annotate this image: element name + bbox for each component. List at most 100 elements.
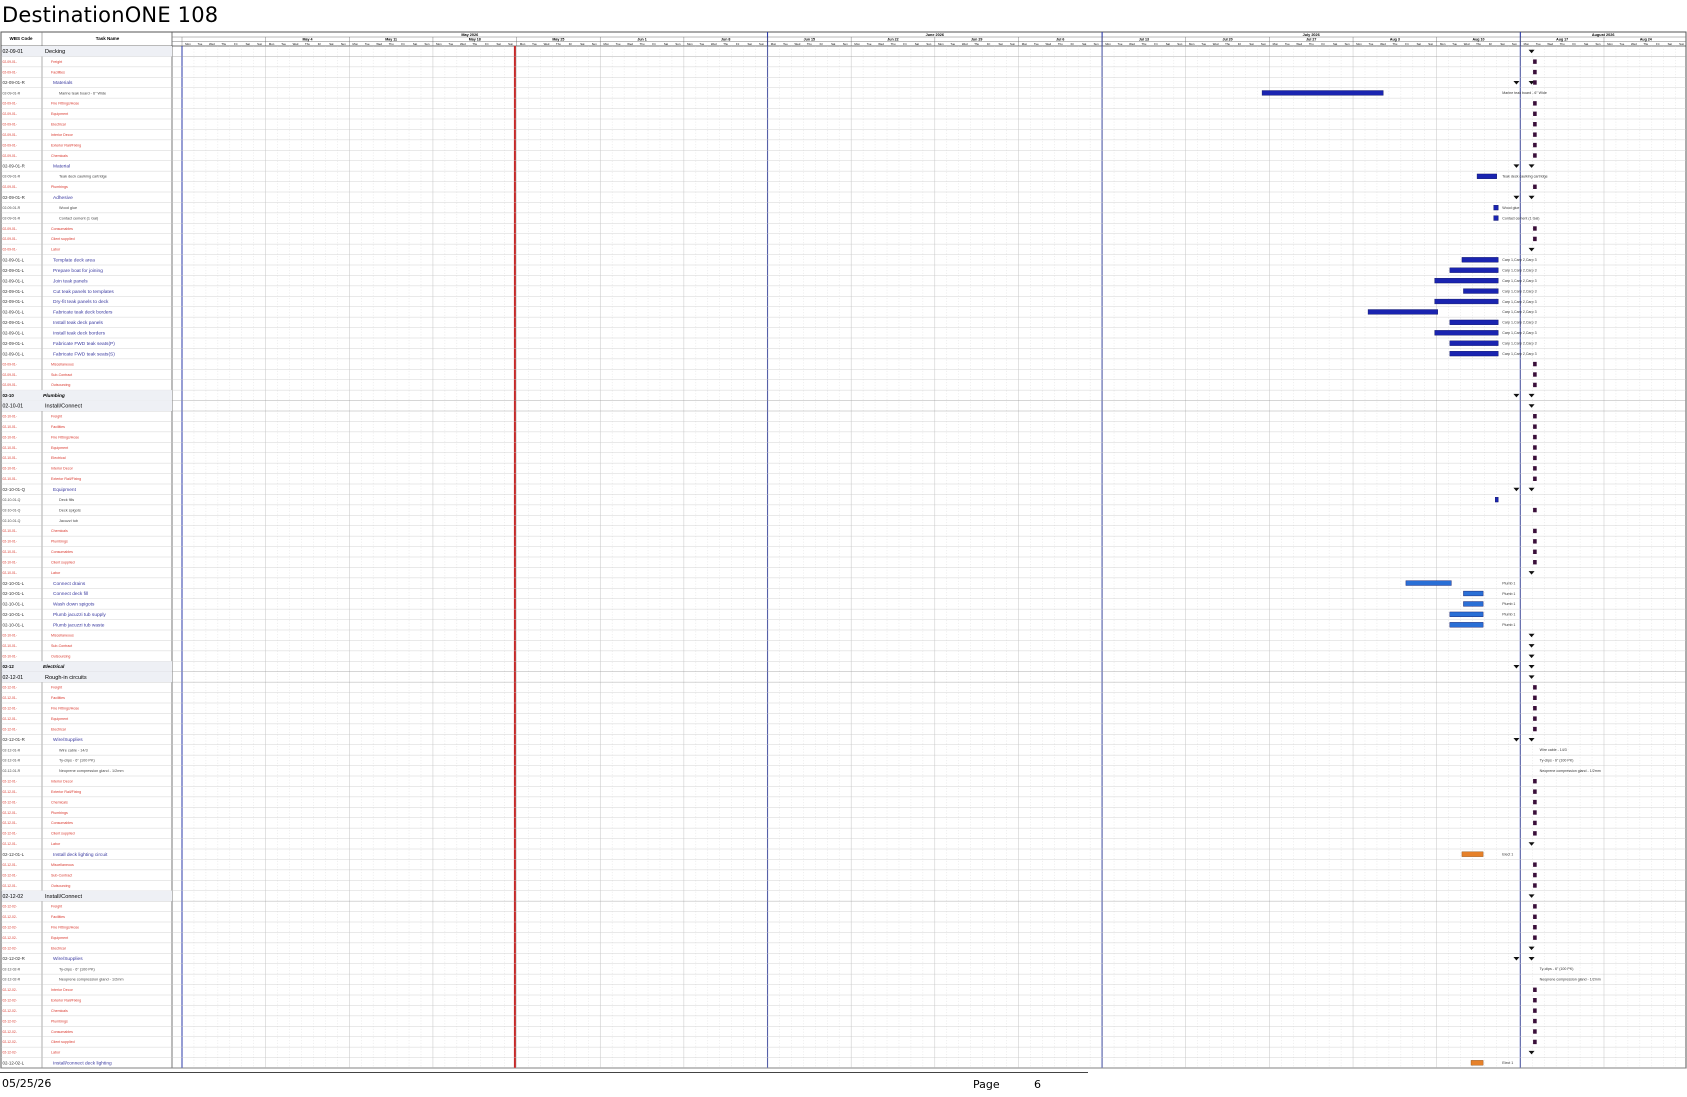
task-name: Facilities xyxy=(51,915,65,919)
task-name: Contact cement (1 Gal) xyxy=(59,216,99,220)
day-label: Fri xyxy=(903,42,907,46)
task-name: Fire Fittings/Hose xyxy=(51,102,79,106)
week-label: Jul 13 xyxy=(1139,38,1149,42)
group-row-highlight xyxy=(1,661,172,672)
wbs-code: 02-12-01- xyxy=(3,884,17,888)
task-name: Plumb jacuzzi tub supply xyxy=(53,612,106,618)
day-label: Sat xyxy=(664,42,668,46)
task-name: Jacuzzi tub xyxy=(59,519,78,523)
task-name: Labor xyxy=(51,571,61,575)
summary-marker-icon xyxy=(1528,957,1535,961)
day-label: Sun xyxy=(1596,42,1601,46)
day-label: Tue xyxy=(783,42,788,46)
week-label: Jun 15 xyxy=(804,38,815,42)
day-label: Tue xyxy=(950,42,955,46)
day-label: Tue xyxy=(281,42,286,46)
wbs-code: 02-12-01-R xyxy=(3,748,21,752)
milestone-marker xyxy=(1533,935,1537,940)
day-label: Sun xyxy=(1345,42,1350,46)
day-label: Thu xyxy=(1225,42,1230,46)
task-name: Wash down spigots xyxy=(53,602,95,608)
wbs-code: 02-12-01-R xyxy=(3,759,21,763)
wbs-code: 02-09-01-R xyxy=(3,80,25,85)
task-name: Labor xyxy=(51,248,61,252)
day-label: Sat xyxy=(1417,42,1421,46)
footer-divider xyxy=(0,1072,1088,1073)
task-name: Install teak deck panels xyxy=(53,320,103,326)
resource-label: Carp 1,Carp 2,Carp 3 xyxy=(1502,352,1536,356)
resource-label: Teak deck caulking cartridge xyxy=(1502,175,1547,179)
wbs-code: 02-12-01- xyxy=(3,717,17,721)
task-bar xyxy=(1461,851,1484,857)
day-label: Mon xyxy=(938,42,944,46)
resource-label: Elect 1 xyxy=(1502,1061,1513,1065)
wbs-code: 02-09-01- xyxy=(3,122,17,126)
task-name: Plumbing xyxy=(43,393,65,399)
wbs-code: 02-12-02-R xyxy=(3,956,25,961)
task-bar xyxy=(1434,298,1499,305)
day-label: Wed xyxy=(1129,42,1135,46)
task-name: Miscellaneous xyxy=(51,362,74,366)
wbs-code: 02-09-01- xyxy=(3,185,17,189)
milestone-marker xyxy=(1533,872,1537,878)
wbs-code: 02-10-01- xyxy=(3,467,17,471)
week-label: Jul 20 xyxy=(1222,38,1232,42)
task-name: Fabricate teak deck borders xyxy=(53,310,113,316)
wbs-code: 02-10-01-L xyxy=(3,581,25,586)
day-label: Wed xyxy=(711,42,717,46)
milestone-marker xyxy=(1533,549,1537,554)
wbs-code: 02-10-01-Q xyxy=(3,508,21,512)
day-label: Sat xyxy=(1249,42,1253,46)
day-label: Sat xyxy=(1668,42,1672,46)
task-name: Plumbings xyxy=(51,185,68,189)
wbs-code: 02-12-01- xyxy=(3,696,17,700)
wbs-code: 02-09-01- xyxy=(3,143,17,147)
wbs-code: 02-09-01- xyxy=(3,227,17,231)
task-name: Exterior Rail/Fixing xyxy=(51,143,81,147)
task-name: Consumables xyxy=(51,227,73,231)
month-label: August 2026 xyxy=(1592,33,1615,37)
wbs-code: 02-10-01- xyxy=(3,540,17,544)
week-label: Jun 1 xyxy=(637,38,646,42)
summary-marker-icon xyxy=(1528,738,1535,742)
gantt-chart[interactable]: WBS Code Task Name May 2026 June 2026 July 2… xyxy=(0,0,1687,1097)
day-label: Sun xyxy=(759,42,764,46)
resource-label: Wood glue xyxy=(1502,206,1519,210)
day-label: Sun xyxy=(843,42,848,46)
wbs-code: 02-10-01- xyxy=(3,477,17,481)
task-name: Electrical xyxy=(43,664,65,670)
wbs-code: 02-09-01- xyxy=(3,154,17,158)
summary-marker-icon xyxy=(1528,665,1535,669)
milestone-marker xyxy=(1533,455,1537,461)
task-name: Chemicals xyxy=(51,800,68,804)
summary-marker-icon xyxy=(1513,195,1520,200)
task-name: Wire/Supplies xyxy=(53,737,83,743)
day-label: Wed xyxy=(460,42,466,46)
milestone-marker xyxy=(1533,414,1537,419)
week-label: Jul 27 xyxy=(1306,38,1316,42)
task-name: Connect deck fill xyxy=(53,591,88,597)
day-label: Thu xyxy=(389,42,394,46)
task-name: Plumbings xyxy=(51,811,68,815)
milestone-marker xyxy=(1533,987,1537,992)
wbs-code: 02-09-01-R xyxy=(3,91,21,95)
wbs-code: 02-10-01-Q xyxy=(3,498,21,502)
task-name: Freight xyxy=(51,414,62,418)
task-name: Consumables xyxy=(51,821,73,825)
wbs-code: 02-09-01-R xyxy=(3,206,21,210)
wbs-code: 02-12-01- xyxy=(3,790,17,794)
resource-label: Neoprene compression gland - 1/2mm xyxy=(1540,769,1601,773)
task-name: Sub-Contract xyxy=(51,873,72,877)
task-name: Install/Connect xyxy=(45,404,82,410)
week-label: Aug 10 xyxy=(1473,38,1485,42)
day-label: Sun xyxy=(341,42,346,46)
month-label: May 2026 xyxy=(461,33,478,37)
day-label: Sat xyxy=(413,42,417,46)
wbs-code: 02-12-02- xyxy=(3,936,17,940)
day-label: Thu xyxy=(1058,42,1063,46)
milestone-marker xyxy=(1533,1018,1537,1024)
footer-page-label: Page xyxy=(973,1078,1000,1091)
day-label: Mon xyxy=(1607,42,1613,46)
day-label: Fri xyxy=(1322,42,1326,46)
milestone-marker xyxy=(1533,111,1537,116)
